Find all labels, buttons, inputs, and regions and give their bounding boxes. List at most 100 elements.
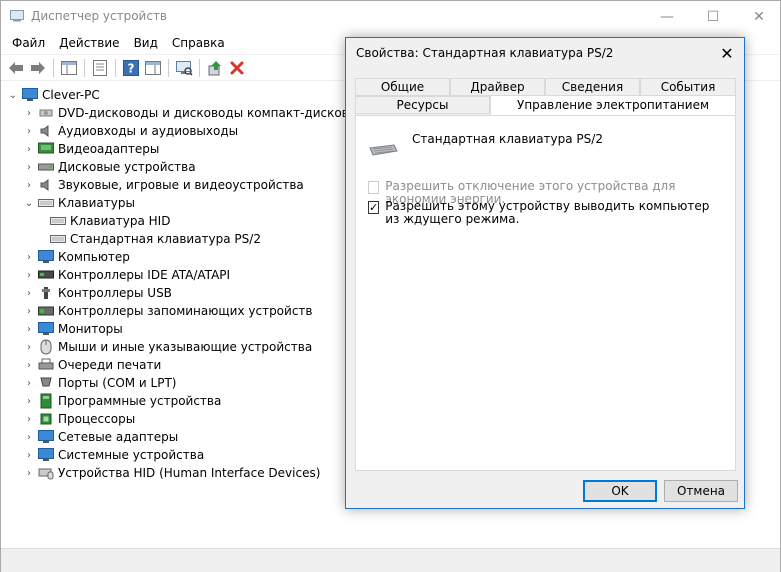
printer-icon [38, 357, 54, 373]
speaker-icon [38, 123, 54, 139]
chevron-right-icon[interactable]: › [23, 464, 35, 482]
tab-general[interactable]: Общие [355, 78, 450, 96]
chevron-right-icon[interactable]: › [23, 266, 35, 284]
chevron-right-icon[interactable]: › [23, 122, 35, 140]
toolbar-separator [168, 58, 169, 77]
tree-category[interactable]: › Аудиовходы и аудиовыходы [23, 122, 238, 140]
tree-device[interactable]: Клавиатура HID [47, 212, 170, 230]
show-hide-tree-button[interactable] [58, 57, 80, 79]
keyboard-icon [50, 231, 66, 247]
title-bar[interactable]: Диспетчер устройств — ☐ ✕ [1, 1, 780, 32]
cancel-button[interactable]: Отмена [664, 480, 738, 502]
tree-category-label: Контроллеры запоминающих устройств [58, 304, 313, 318]
tree-category[interactable]: › Процессоры [23, 410, 135, 428]
chevron-right-icon[interactable]: › [23, 428, 35, 446]
menu-view[interactable]: Вид [127, 36, 165, 50]
uninstall-device-button[interactable] [226, 57, 248, 79]
chevron-right-icon[interactable]: › [23, 338, 35, 356]
tree-category-label: Аудиовходы и аудиовыходы [58, 124, 239, 138]
chevron-right-icon[interactable]: › [23, 356, 35, 374]
chevron-right-icon[interactable]: › [23, 302, 35, 320]
toolbar-separator [115, 58, 116, 77]
chevron-right-icon[interactable]: › [23, 104, 35, 122]
chevron-right-icon[interactable]: › [23, 320, 35, 338]
tab-events[interactable]: События [640, 78, 736, 96]
maximize-button[interactable]: ☐ [690, 1, 736, 32]
scan-hardware-icon [176, 60, 193, 76]
tree-category[interactable]: › Контроллеры USB [23, 284, 172, 302]
tree-category[interactable]: › Мыши и иные указывающие устройства [23, 338, 312, 356]
window-title: Диспетчер устройств [31, 9, 168, 23]
tree-category[interactable]: ⌄ Клавиатуры [23, 194, 135, 212]
minimize-icon: — [660, 8, 674, 25]
tab-power-management[interactable]: Управление электропитанием [490, 95, 736, 115]
chevron-down-icon[interactable]: ⌄ [7, 86, 19, 104]
device-manager-app-icon [10, 10, 24, 22]
properties-button[interactable] [89, 57, 111, 79]
tab-details[interactable]: Сведения [545, 78, 640, 96]
hid-icon [38, 465, 54, 481]
device-tree[interactable]: ⌄ Clever-PC › DVD-дисководы и дисководы к… [1, 83, 349, 548]
ok-button[interactable]: OK [583, 480, 657, 502]
chevron-right-icon[interactable]: › [23, 374, 35, 392]
tree-category-label: Клавиатуры [58, 196, 135, 210]
scan-hardware-button[interactable] [173, 57, 195, 79]
tree-root[interactable]: ⌄ Clever-PC [7, 86, 100, 104]
chevron-down-icon[interactable]: ⌄ [23, 194, 35, 212]
tree-category[interactable]: › Сетевые адаптеры [23, 428, 178, 446]
chevron-right-icon[interactable]: › [23, 158, 35, 176]
chevron-right-icon[interactable]: › [23, 392, 35, 410]
allow-power-off-checkbox[interactable] [368, 181, 380, 194]
chevron-right-icon[interactable]: › [23, 248, 35, 266]
chevron-right-icon[interactable]: › [23, 410, 35, 428]
tree-category[interactable]: › Контроллеры запоминающих устройств [23, 302, 312, 320]
chevron-right-icon[interactable]: › [23, 140, 35, 158]
chevron-right-icon[interactable]: › [23, 446, 35, 464]
forward-button[interactable] [27, 57, 49, 79]
device-name: Стандартная клавиатура PS/2 [412, 132, 603, 146]
tree-category[interactable]: › DVD-дисководы и дисководы компакт-диско… [23, 104, 349, 122]
tree-device-label: Стандартная клавиатура PS/2 [70, 232, 261, 246]
update-driver-button[interactable] [204, 57, 226, 79]
menu-help[interactable]: Справка [165, 36, 232, 50]
tree-category[interactable]: › Системные устройства [23, 446, 204, 464]
tree-category[interactable]: › Компьютер [23, 248, 130, 266]
allow-wake-option[interactable]: ✓ Разрешить этому устройству выводить ко… [368, 200, 718, 226]
tree-category-label: Дисковые устройства [58, 160, 196, 174]
tree-category[interactable]: › Дисковые устройства [23, 158, 196, 176]
power-management-panel: Стандартная клавиатура PS/2 Разрешить от… [355, 115, 736, 471]
tree-category-label: Сетевые адаптеры [58, 430, 179, 444]
chevron-right-icon[interactable]: › [23, 176, 35, 194]
software-device-icon [38, 393, 54, 409]
show-hide-tree-icon [61, 60, 77, 75]
menu-action[interactable]: Действие [52, 36, 126, 50]
allow-wake-checkbox[interactable]: ✓ [368, 201, 380, 214]
tree-category[interactable]: › Мониторы [23, 320, 123, 338]
network-adapter-icon [38, 429, 54, 445]
keyboard-icon [50, 213, 66, 229]
tab-driver[interactable]: Драйвер [450, 78, 545, 96]
chevron-right-icon[interactable]: › [23, 284, 35, 302]
action-pane-button[interactable] [142, 57, 164, 79]
back-button[interactable] [5, 57, 27, 79]
tab-resources[interactable]: Ресурсы [355, 96, 490, 114]
minimize-button[interactable]: — [644, 1, 690, 32]
tree-category[interactable]: › Видеоадаптеры [23, 140, 159, 158]
tree-category[interactable]: › Контроллеры IDE ATA/ATAPI [23, 266, 230, 284]
close-button[interactable]: ✕ [736, 1, 781, 32]
tree-category[interactable]: › Устройства HID (Human Interface Devices… [23, 464, 320, 482]
allow-wake-label: Разрешить этому устройству выводить комп… [385, 199, 710, 226]
system-device-icon [38, 447, 54, 463]
tree-category-label: Устройства HID (Human Interface Devices) [58, 466, 321, 480]
tree-device[interactable]: Стандартная клавиатура PS/2 [47, 230, 261, 248]
tree-category[interactable]: › Программные устройства [23, 392, 221, 410]
tree-category[interactable]: › Порты (COM и LPT) [23, 374, 176, 392]
tree-category[interactable]: › Звуковые, игровые и видеоустройства [23, 176, 304, 194]
tree-category[interactable]: › Очереди печати [23, 356, 161, 374]
tree-category-label: Процессоры [58, 412, 136, 426]
help-button[interactable]: ? [120, 57, 142, 79]
storage-controller-icon [38, 303, 54, 319]
tree-category-label: DVD-дисководы и дисководы компакт-дисков [58, 106, 349, 120]
dialog-close-button[interactable]: ✕ [710, 38, 744, 68]
menu-file[interactable]: Файл [5, 36, 52, 50]
